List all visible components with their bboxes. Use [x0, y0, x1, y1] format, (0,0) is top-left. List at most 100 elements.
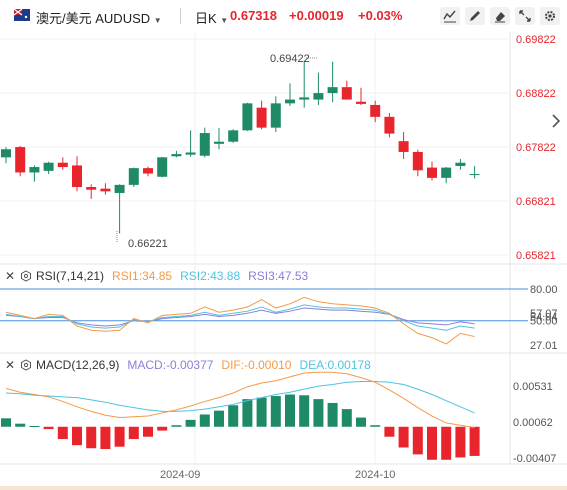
clear-button[interactable] [490, 7, 510, 25]
candle-body [299, 97, 310, 100]
price-tick-label: 0.69822 [516, 34, 556, 46]
candle-body [356, 101, 366, 104]
price-tick-label: 0.67822 [516, 142, 556, 154]
macd-bar [370, 425, 381, 427]
macd-bar [356, 417, 366, 427]
close-icon[interactable]: ✕ [4, 358, 16, 372]
price-axis: 0.69822 0.68822 0.67822 0.66821 0.65821 [516, 34, 556, 262]
eraser-icon [495, 12, 505, 23]
candle-body [100, 188, 111, 192]
settings-icon[interactable] [20, 270, 32, 282]
candle-body [143, 168, 153, 174]
macd-bar [242, 399, 253, 427]
symbol-code: AUDUSD [95, 11, 151, 26]
macd-tick-label: 0.00062 [513, 417, 553, 429]
rsi1-line [5, 296, 475, 345]
indicator-icon [443, 10, 456, 23]
rsi-tick-label: 80.00 [530, 284, 558, 296]
rsi-title: RSI(7,14,21) [36, 269, 105, 283]
candle-body [398, 141, 409, 152]
header-bar: 澳元/美元 AUDUSD ▼ 日K ▼ 0.67318 +0.00019 +0.… [0, 0, 567, 32]
candle-body [370, 104, 381, 117]
macd-bar [313, 399, 324, 427]
pencil-icon [470, 11, 480, 21]
scrollbar-track [0, 486, 567, 490]
dea-line [5, 380, 475, 414]
candle-body [157, 157, 168, 177]
candle-body [469, 174, 480, 176]
rsi3-value: RSI3:47.53 [248, 269, 309, 283]
candle-body [185, 152, 196, 155]
candle-body [327, 87, 338, 94]
indicator-button[interactable] [440, 7, 460, 25]
symbol-selector[interactable]: 澳元/美元 AUDUSD ▼ [36, 8, 162, 27]
candle-body [57, 162, 68, 168]
draw-button[interactable] [465, 7, 485, 25]
candle-body [199, 133, 210, 156]
rsi3-line [5, 307, 475, 327]
australia-flag-icon [14, 9, 30, 21]
macd-bar [57, 426, 68, 440]
macd-bar [43, 426, 54, 430]
macd-histogram [1, 394, 480, 460]
rsi2-value: RSI2:43.88 [180, 269, 241, 283]
candle-body [313, 93, 324, 100]
price-change-pct: +0.03% [358, 8, 403, 23]
rsi-legend: ✕ RSI(7,14,21) RSI1:34.85 RSI2:43.88 RSI… [4, 269, 308, 283]
candle-body [29, 167, 40, 173]
chevron-down-icon: ▼ [153, 16, 162, 25]
macd-axis: 0.00531 0.00062 -0.00407 [513, 381, 556, 465]
macd-bar [214, 410, 224, 427]
macd-legend: ✕ MACD(12,26,9) MACD:-0.00377 DIF:-0.000… [4, 358, 371, 372]
candle-body [256, 107, 267, 128]
rsi1-value: RSI1:34.85 [112, 269, 173, 283]
macd-value: MACD:-0.00377 [127, 358, 214, 372]
candle-body [128, 168, 139, 185]
settings-button[interactable] [540, 7, 560, 25]
settings-icon[interactable] [20, 359, 32, 371]
rsi2-line [5, 304, 475, 331]
rsi-tick-label: 50.00 [530, 316, 558, 328]
macd-bar [327, 402, 338, 427]
macd-bar [29, 425, 40, 427]
macd-bar [100, 426, 111, 450]
macd-bar [1, 418, 11, 427]
macd-bar [427, 426, 437, 460]
macd-title: MACD(12,26,9) [36, 358, 120, 372]
rsi-axis: 80.00 57.0754.0450.00 27.01 [530, 284, 558, 352]
macd-bar [143, 426, 153, 437]
candle-body [384, 116, 395, 134]
symbol-name: 澳元/美元 [36, 11, 92, 26]
macd-bar [185, 419, 196, 427]
candle-body [86, 187, 97, 190]
price-change: +0.00019 [289, 8, 344, 23]
candle-body [270, 103, 281, 128]
macd-bar [157, 426, 168, 431]
expand-icon [519, 10, 531, 22]
gear-icon [545, 11, 555, 21]
close-icon[interactable]: ✕ [4, 269, 16, 283]
rsi-tick-label: 54.04 [530, 311, 558, 323]
high-annotation: 0.69422 [270, 53, 310, 65]
side-scroll-button[interactable] [548, 112, 564, 130]
macd-bar [398, 426, 409, 448]
chart-canvas[interactable]: 0.69822 0.68822 0.67822 0.66821 0.65821 80.0… [0, 0, 567, 490]
macd-lines [5, 371, 475, 429]
rsi-series [0, 288, 528, 345]
dif-value: DIF:-0.00010 [221, 358, 292, 372]
candle-body [15, 147, 26, 173]
macd-bar [114, 426, 125, 447]
macd-bar [171, 425, 182, 427]
candle-body [412, 151, 423, 171]
macd-tick-label: 0.00531 [513, 381, 553, 393]
timeframe-selector[interactable]: 日K ▼ [195, 8, 228, 27]
macd-bar [412, 426, 423, 455]
macd-bar [384, 426, 395, 437]
candle-body [441, 167, 452, 178]
expand-button[interactable] [515, 7, 535, 25]
macd-bar [128, 426, 139, 440]
chart-grid [0, 32, 567, 465]
dif-line [5, 371, 475, 429]
candle-body [214, 141, 224, 144]
candle-body [72, 165, 82, 188]
